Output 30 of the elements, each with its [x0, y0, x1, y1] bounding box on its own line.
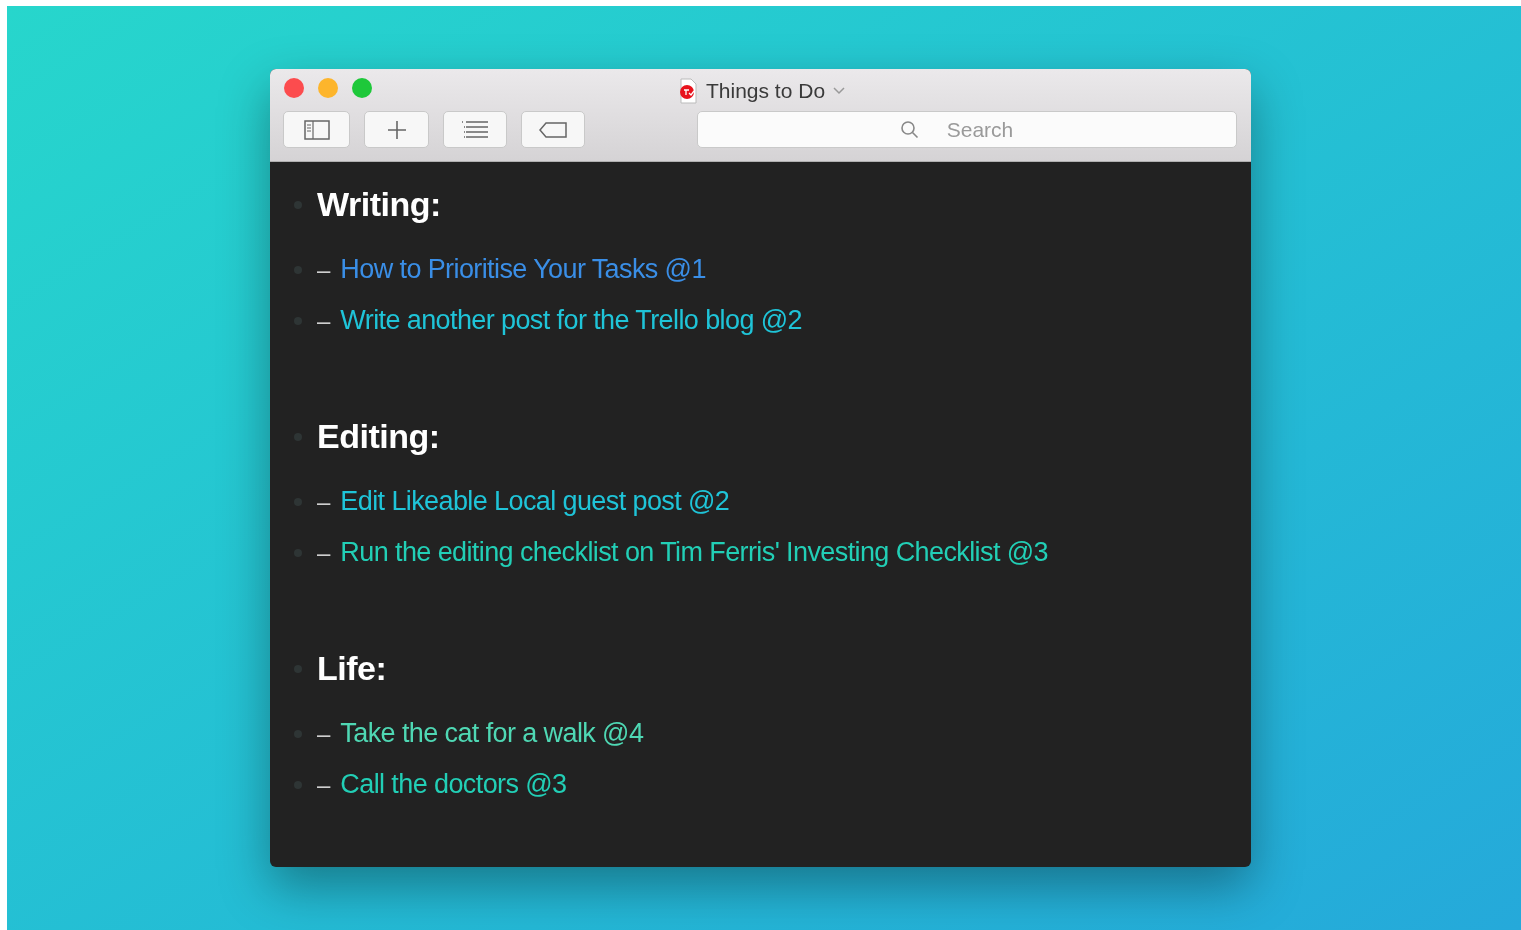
- dash: –: [317, 305, 331, 336]
- dash: –: [317, 718, 331, 749]
- sidebar-icon: [303, 119, 330, 140]
- search-field[interactable]: Search: [697, 111, 1237, 148]
- dash: –: [317, 769, 331, 800]
- section-heading: Editing:: [317, 416, 440, 457]
- dash: –: [317, 537, 331, 568]
- plus-icon: [386, 119, 407, 140]
- dash: –: [317, 486, 331, 517]
- task-text: Edit Likeable Local guest post @2: [340, 485, 730, 519]
- tag-icon: [538, 120, 568, 139]
- section-heading: Writing:: [317, 184, 441, 225]
- task-text: Take the cat for a walk @4: [340, 717, 644, 751]
- zoom-button[interactable]: [352, 78, 372, 98]
- document-icon: [678, 77, 698, 104]
- close-button[interactable]: [284, 78, 304, 98]
- task-text: Call the doctors @3: [340, 768, 567, 802]
- task-text: Run the editing checklist on Tim Ferris' Investing Checklist @3: [340, 536, 1048, 570]
- section-heading: Life:: [317, 648, 387, 689]
- task-text: Write another post for the Trello blog @2: [340, 304, 802, 338]
- add-button[interactable]: [364, 111, 429, 148]
- list-icon: [461, 119, 489, 140]
- search-icon: [900, 120, 920, 140]
- chevron-down-icon[interactable]: [833, 86, 846, 95]
- tag-button[interactable]: [521, 111, 585, 148]
- sidebar-toggle-button[interactable]: [283, 111, 350, 148]
- task-text: How to Prioritise Your Tasks @1: [340, 253, 706, 287]
- window-title: Things to Do: [706, 78, 826, 104]
- outline-button[interactable]: [443, 111, 507, 148]
- dash: –: [317, 254, 331, 285]
